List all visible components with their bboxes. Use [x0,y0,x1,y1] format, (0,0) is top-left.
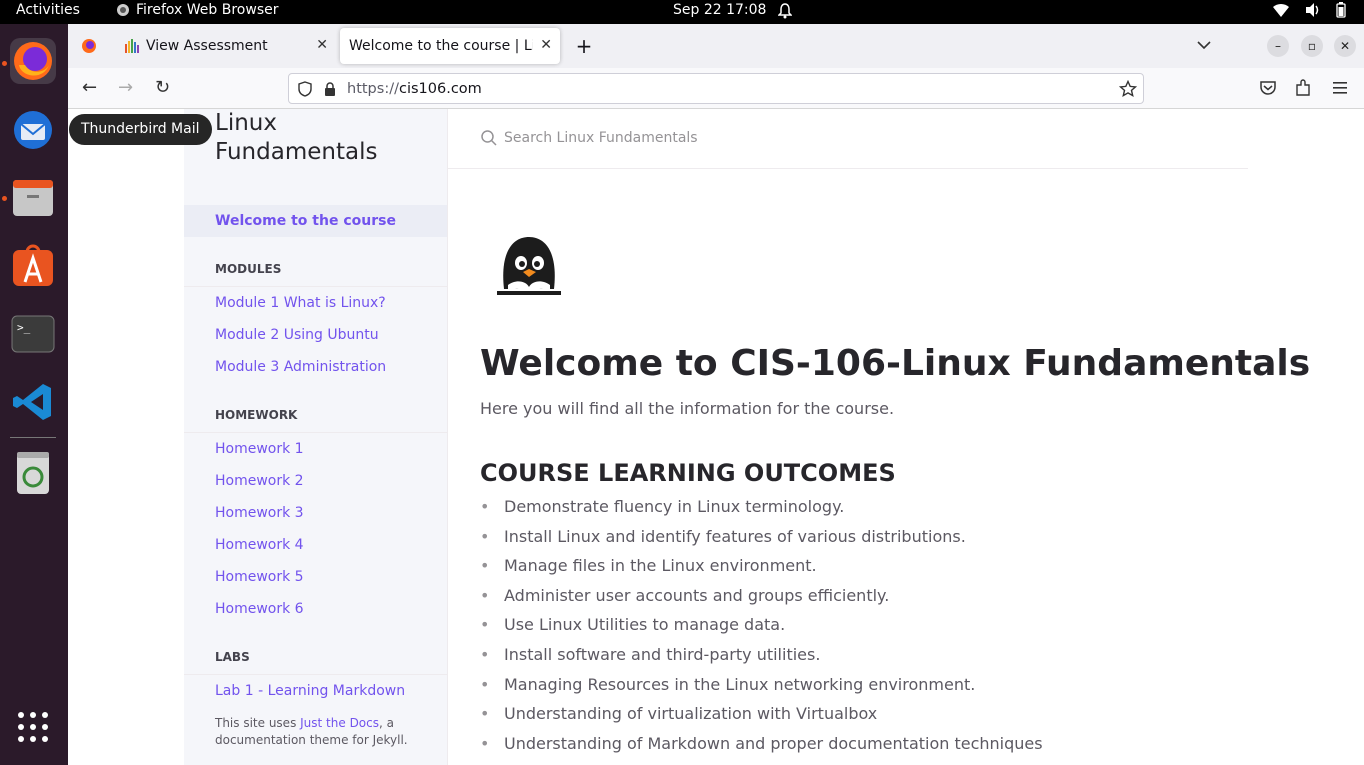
dock-tooltip: Thunderbird Mail [69,114,212,145]
nav-homework-2[interactable]: Homework 2 [215,473,304,489]
firefox-icon[interactable] [10,38,56,84]
minimize-button[interactable]: – [1267,35,1289,57]
tracking-protection-shield-icon[interactable] [297,80,313,97]
terminal-icon[interactable]: >_ [10,311,56,357]
page-title: Welcome to CIS-106-Linux Fundamentals [480,343,1311,384]
thunderbird-icon[interactable] [10,107,56,153]
vscode-icon[interactable] [10,379,56,425]
nav-welcome[interactable]: Welcome to the course [215,213,396,229]
search-icon [481,130,497,146]
url-text[interactable]: https://cis106.com [347,81,482,97]
bookmark-star-icon[interactable] [1119,80,1137,98]
nav-homework-1[interactable]: Homework 1 [215,441,304,457]
site-title[interactable]: Linux Fundamentals [215,109,385,167]
back-button[interactable]: ← [82,77,97,98]
nav-module-1[interactable]: Module 1 What is Linux? [215,295,386,311]
dock-separator [10,437,56,438]
nav-homework-5[interactable]: Homework 5 [215,569,304,585]
activities-button[interactable]: Activities [16,2,80,18]
app-name: Firefox Web Browser [136,2,279,18]
system-status-area[interactable] [1272,2,1346,18]
nav-lab-1[interactable]: Lab 1 - Learning Markdown [215,683,405,699]
reload-button[interactable]: ↻ [155,77,170,98]
list-item: Understanding of Markdown and proper doc… [480,734,1043,764]
maximize-button[interactable]: ▫ [1301,35,1323,57]
nav-homework-4[interactable]: Homework 4 [215,537,304,553]
app-menu[interactable]: Firefox Web Browser [116,2,279,18]
firefox-view-icon [82,39,96,53]
show-apps-icon[interactable] [10,704,56,750]
divider [184,432,447,433]
address-bar[interactable]: https://cis106.com [288,73,1144,104]
svg-text:>_: >_ [17,321,31,334]
list-item: Use Linux Utilities to manage data. [480,615,1043,645]
list-item: Managing Resources in the Linux networki… [480,675,1043,705]
nav-module-2[interactable]: Module 2 Using Ubuntu [215,327,379,343]
tab-favicon [125,39,139,53]
wifi-icon [1273,3,1289,17]
divider [184,674,447,675]
outcomes-heading: COURSE LEARNING OUTCOMES [480,459,896,487]
tab-title: Welcome to the course | Linux Fundamenta… [349,38,533,54]
extensions-icon[interactable] [1295,79,1311,97]
volume-icon [1306,3,1319,17]
close-window-button[interactable]: ✕ [1334,35,1356,57]
running-indicator [2,61,7,66]
web-page: Linux Fundamentals Welcome to the course… [68,109,1364,765]
search-bar[interactable]: Search Linux Fundamentals [448,109,1248,169]
tab-view-assessment[interactable]: View Assessment ✕ [114,28,336,64]
new-tab-button[interactable]: + [572,28,596,64]
outcomes-list: Demonstrate fluency in Linux terminology… [480,497,1043,763]
app-center-icon[interactable] [10,243,56,289]
files-icon[interactable] [10,175,56,221]
divider [184,286,447,287]
tab-bar: View Assessment ✕ Welcome to the course … [68,24,1364,68]
list-item: Demonstrate fluency in Linux terminology… [480,497,1043,527]
firefox-view-button[interactable] [74,28,104,64]
tab-title: View Assessment [146,38,268,54]
battery-icon [1336,2,1346,18]
main-content: Search Linux Fundamentals Welcome to CIS… [448,109,1310,765]
forward-button[interactable]: → [118,77,133,98]
trash-icon[interactable] [10,450,56,496]
close-tab-icon[interactable]: ✕ [540,37,552,53]
list-item: Understanding of virtualization with Vir… [480,704,1043,734]
list-item: Manage files in the Linux environment. [480,556,1043,586]
modules-heading: MODULES [215,262,282,276]
page-lead: Here you will find all the information f… [480,399,895,418]
just-the-docs-link[interactable]: Just the Docs [300,716,379,730]
clock[interactable]: Sep 22 17:08 [673,2,766,18]
notification-bell-icon[interactable] [777,3,793,23]
search-input[interactable]: Search Linux Fundamentals [504,130,698,146]
running-indicator [2,196,7,201]
penguin-logo-image [497,237,561,295]
nav-homework-3[interactable]: Homework 3 [215,505,304,521]
list-item: Install Linux and identify features of v… [480,527,1043,557]
labs-heading: LABS [215,650,250,664]
homework-heading: HOMEWORK [215,408,298,422]
lock-icon[interactable] [323,81,337,97]
system-top-bar: Activities Firefox Web Browser Sep 22 17… [0,0,1364,24]
nav-module-3[interactable]: Module 3 Administration [215,359,386,375]
close-tab-icon[interactable]: ✕ [316,37,328,53]
firefox-app-icon [117,4,129,16]
navigation-toolbar: ← → ↻ https://cis106.com [68,68,1364,109]
list-item: Administer user accounts and groups effi… [480,586,1043,616]
pocket-icon[interactable] [1259,80,1277,96]
menu-hamburger-icon[interactable] [1332,81,1348,95]
tab-welcome[interactable]: Welcome to the course | Linux Fundamenta… [340,28,560,64]
list-item: Install software and third-party utiliti… [480,645,1043,675]
nav-homework-6[interactable]: Homework 6 [215,601,304,617]
dock: >_ [0,24,68,765]
sidebar-footer: This site uses Just the Docs, a document… [215,716,408,747]
sidebar: Linux Fundamentals Welcome to the course… [184,109,448,765]
list-all-tabs-icon[interactable] [1197,40,1211,50]
